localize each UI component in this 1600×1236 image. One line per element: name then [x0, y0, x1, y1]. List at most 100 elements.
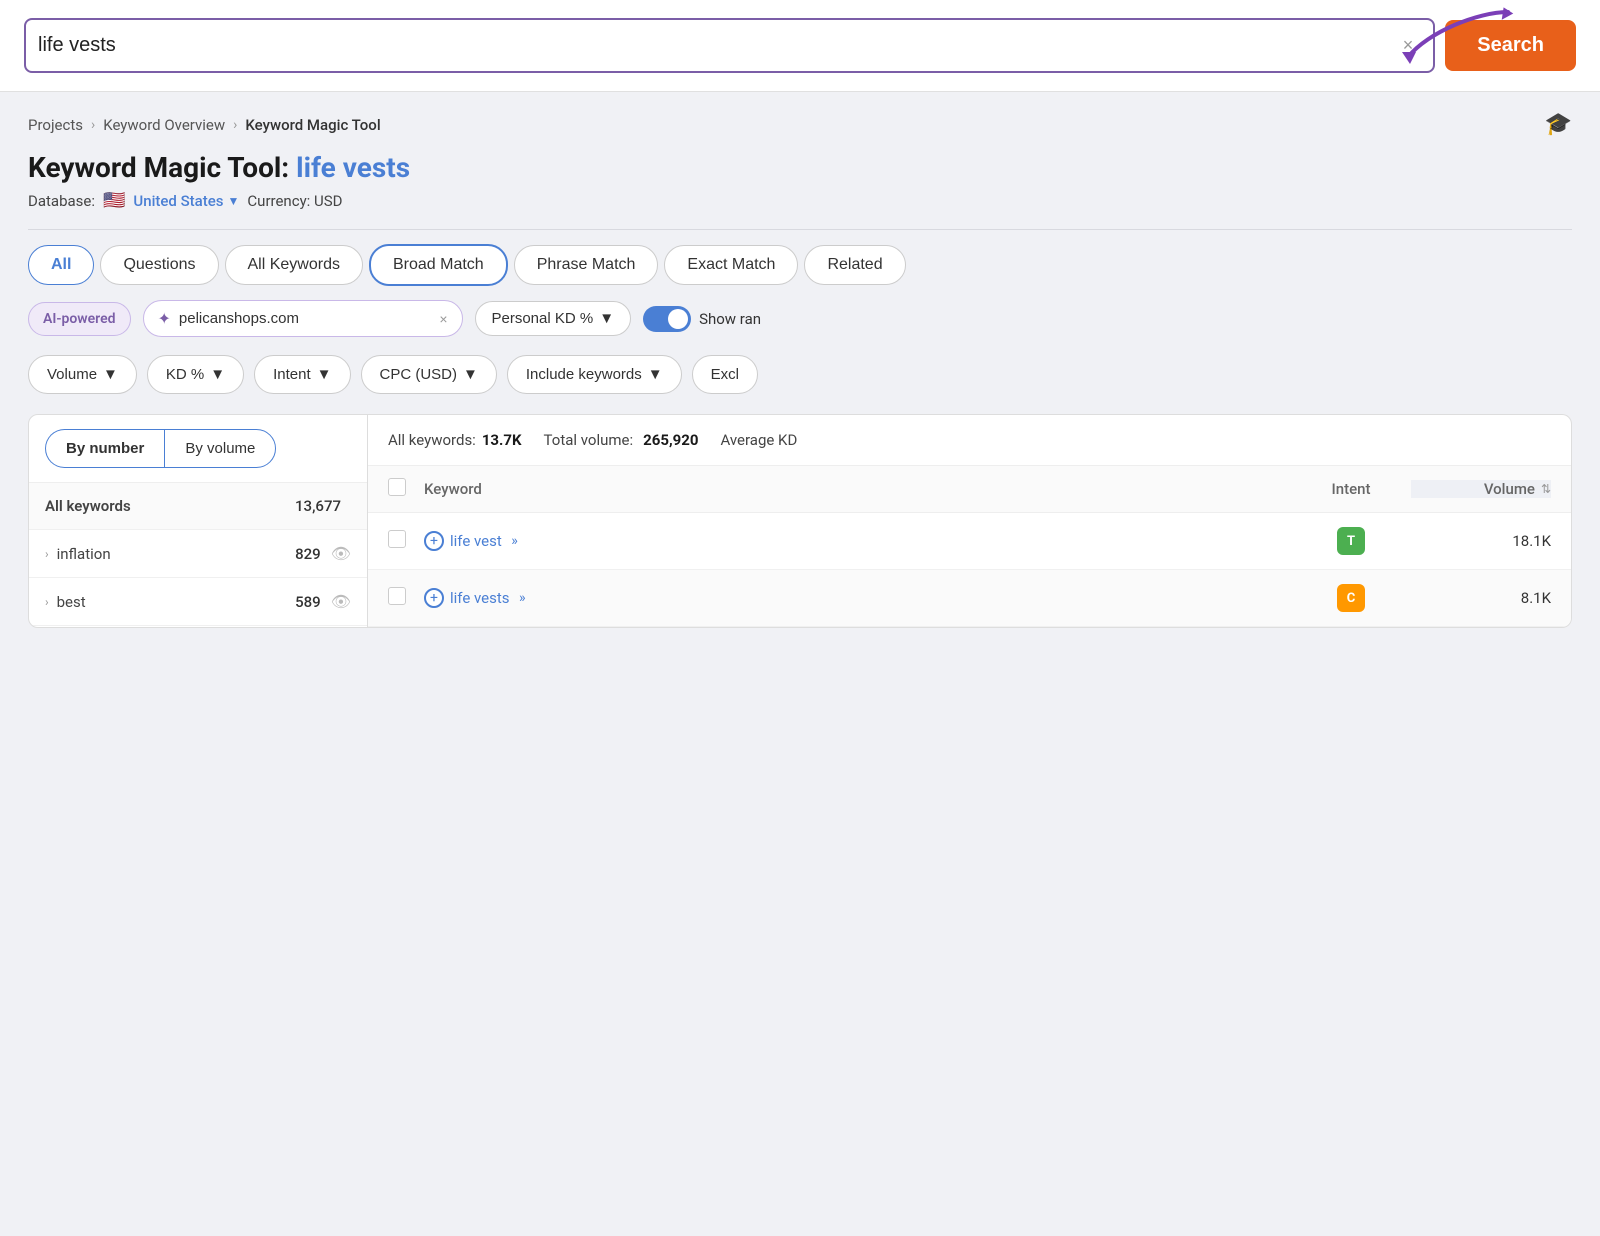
tab-related[interactable]: Related — [804, 245, 905, 285]
volume-col-header[interactable]: Volume ⇅ — [1411, 480, 1551, 498]
tabs-row: All Questions All Keywords Broad Match P… — [0, 244, 1600, 286]
breadcrumb-keyword-overview[interactable]: Keyword Overview — [103, 116, 225, 134]
search-clear-button[interactable]: × — [1395, 31, 1422, 60]
right-panel: All keywords: 13.7K Total volume: 265,92… — [368, 414, 1572, 628]
volume-cell-1: 18.1K — [1411, 532, 1551, 550]
volume-filter[interactable]: Volume ▼ — [28, 355, 137, 394]
chevron-down-icon-kd: ▼ — [599, 310, 614, 327]
by-volume-button[interactable]: By volume — [164, 429, 276, 468]
keyword-cell-2: + life vests » — [424, 588, 1291, 608]
left-panel-inner: All keywords 13,677 › inflation 829 👁 › … — [29, 483, 367, 626]
database-country-selector[interactable]: United States ▼ — [133, 192, 239, 210]
intent-cell-1: T — [1291, 527, 1411, 555]
section-divider — [28, 229, 1572, 230]
row-checkbox-cell-2 — [388, 587, 424, 609]
intent-filter[interactable]: Intent ▼ — [254, 355, 350, 394]
keyword-link-1[interactable]: + life vest » — [424, 531, 1291, 551]
keyword-arrow-1: » — [508, 533, 518, 549]
flag-icon: 🇺🇸 — [103, 190, 125, 211]
row-checkbox-2[interactable] — [388, 587, 406, 605]
by-number-button[interactable]: By number — [45, 429, 164, 468]
filter-row: AI-powered ✦ × Personal KD % ▼ Show ran — [0, 286, 1600, 351]
exclude-keywords-filter[interactable]: Excl — [692, 355, 758, 394]
list-item: › inflation 829 👁 — [29, 530, 367, 578]
row-count-inflation: 829 — [295, 545, 321, 563]
show-rank-toggle-wrapper: Show ran — [643, 306, 761, 332]
add-keyword-button-1[interactable]: + — [424, 531, 444, 551]
tab-all[interactable]: All — [28, 245, 94, 285]
currency-label: Currency: USD — [247, 192, 342, 210]
intent-cell-2: C — [1291, 584, 1411, 612]
breadcrumb-projects[interactable]: Projects — [28, 116, 83, 134]
volume-cell-2: 8.1K — [1411, 589, 1551, 607]
expand-icon-best[interactable]: › — [45, 595, 49, 609]
left-table-header: All keywords 13,677 — [29, 483, 367, 530]
domain-input[interactable] — [179, 310, 431, 327]
breadcrumb: Projects › Keyword Overview › Keyword Ma… — [0, 92, 1600, 145]
all-keywords-value: 13.7K — [482, 431, 522, 449]
include-keywords-filter[interactable]: Include keywords ▼ — [507, 355, 682, 394]
select-all-checkbox[interactable] — [388, 478, 406, 496]
add-keyword-button-2[interactable]: + — [424, 588, 444, 608]
breadcrumb-sep-1: › — [91, 117, 95, 133]
chevron-down-icon: ▼ — [228, 194, 240, 208]
keyword-cell-1: + life vest » — [424, 531, 1291, 551]
keyword-col-header: Keyword — [424, 480, 1291, 498]
page-title-area: Keyword Magic Tool: life vests Database:… — [0, 145, 1600, 215]
table-header: Keyword Intent Volume ⇅ — [368, 466, 1571, 513]
table-row: + life vests » C 8.1K — [368, 570, 1571, 627]
chevron-down-icon-volume: ▼ — [103, 366, 118, 383]
group-by-header: By number By volume — [29, 415, 367, 483]
eye-icon-inflation[interactable]: 👁 — [331, 544, 351, 563]
select-all-checkbox-cell — [388, 478, 424, 500]
chevron-down-icon-cpc: ▼ — [463, 366, 478, 383]
tab-all-keywords[interactable]: All Keywords — [225, 245, 363, 285]
tab-questions[interactable]: Questions — [100, 245, 218, 285]
chevron-down-icon-include: ▼ — [648, 366, 663, 383]
intent-badge-T: T — [1337, 527, 1365, 555]
tab-exact-match[interactable]: Exact Match — [664, 245, 798, 285]
row-label-best: best — [57, 593, 296, 611]
intent-badge-C: C — [1337, 584, 1365, 612]
row-checkbox-1[interactable] — [388, 530, 406, 548]
intent-col-header: Intent — [1291, 480, 1411, 498]
chevron-down-icon-kd2: ▼ — [210, 366, 225, 383]
kd-filter[interactable]: KD % ▼ — [147, 355, 244, 394]
graduation-cap-icon: 🎓 — [1545, 112, 1572, 137]
keyword-link-2[interactable]: + life vests » — [424, 588, 1291, 608]
spacer: Total volume: — [544, 431, 634, 449]
eye-icon-best[interactable]: 👁 — [331, 592, 351, 611]
domain-clear-button[interactable]: × — [439, 311, 447, 327]
main-content: By number By volume All keywords 13,677 … — [0, 414, 1600, 628]
keyword-arrow-2: » — [516, 590, 526, 606]
cpc-filter[interactable]: CPC (USD) ▼ — [361, 355, 497, 394]
sparkle-icon: ✦ — [158, 309, 171, 328]
row-checkbox-cell-1 — [388, 530, 424, 552]
filter-dropdowns-row: Volume ▼ KD % ▼ Intent ▼ CPC (USD) ▼ Inc… — [0, 351, 1600, 408]
page-title-keyword: life vests — [296, 151, 410, 184]
all-keywords-label: All keywords: — [388, 431, 476, 449]
search-bar: × Search — [0, 0, 1600, 92]
page-title-prefix: Keyword Magic Tool: — [28, 151, 289, 184]
all-keywords-count: 13,677 — [295, 497, 341, 515]
breadcrumb-sep-2: › — [233, 117, 237, 133]
personal-kd-dropdown[interactable]: Personal KD % ▼ — [475, 301, 632, 336]
ai-powered-badge: AI-powered — [28, 302, 131, 336]
sort-icon: ⇅ — [1541, 482, 1551, 496]
breadcrumb-current: Keyword Magic Tool — [245, 116, 380, 134]
expand-icon-inflation[interactable]: › — [45, 547, 49, 561]
row-count-best: 589 — [295, 593, 321, 611]
search-input[interactable] — [38, 20, 1395, 71]
search-button[interactable]: Search — [1445, 20, 1576, 71]
all-keywords-label: All keywords — [45, 497, 295, 515]
list-item: › best 589 👁 — [29, 578, 367, 626]
total-volume-value: 265,920 — [643, 431, 698, 449]
page-subtitle: Database: 🇺🇸 United States ▼ Currency: U… — [28, 190, 1572, 211]
show-rank-toggle[interactable] — [643, 306, 691, 332]
page-title: Keyword Magic Tool: life vests — [28, 151, 1572, 184]
tab-broad-match[interactable]: Broad Match — [369, 244, 508, 286]
search-input-wrapper: × — [24, 18, 1435, 73]
tab-phrase-match[interactable]: Phrase Match — [514, 245, 659, 285]
personal-kd-label: Personal KD % — [492, 310, 594, 327]
right-panel-header: All keywords: 13.7K Total volume: 265,92… — [368, 415, 1571, 466]
